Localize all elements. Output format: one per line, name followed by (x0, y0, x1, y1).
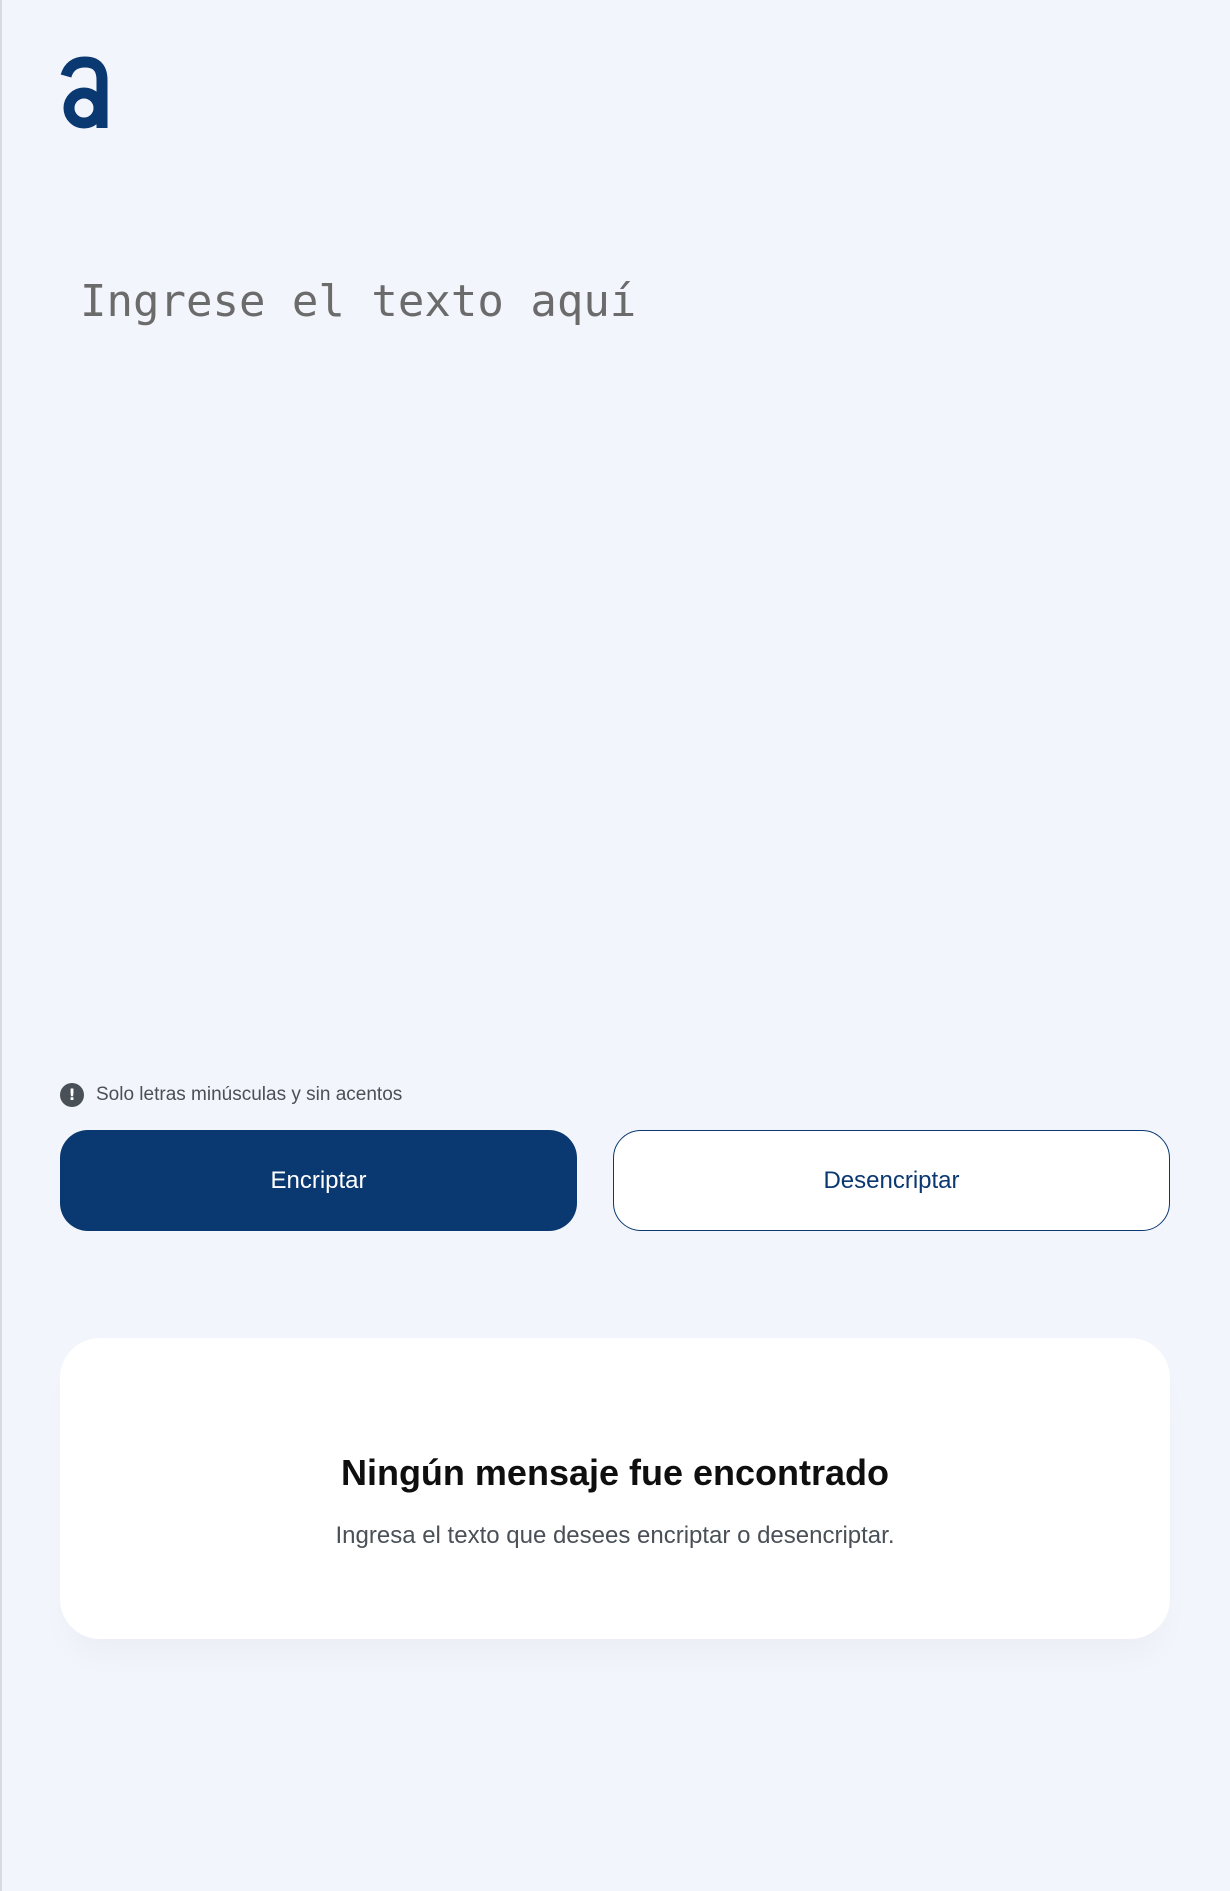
hint-row: ! Solo letras minúsculas y sin acentos (60, 1082, 402, 1108)
text-input[interactable] (60, 260, 1170, 1020)
result-subtitle: Ingresa el texto que desees encriptar o … (335, 1522, 895, 1549)
result-card: Ningún mensaje fue encontrado Ingresa el… (60, 1338, 1170, 1639)
encrypt-button[interactable]: Encriptar (60, 1130, 577, 1231)
alura-logo-icon[interactable] (58, 56, 110, 134)
hint-text: Solo letras minúsculas y sin acentos (96, 1084, 403, 1105)
exclamation-circle-icon: ! (60, 1083, 84, 1107)
left-border (0, 0, 2, 1891)
decrypt-button[interactable]: Desencriptar (613, 1130, 1170, 1231)
result-title: Ningún mensaje fue encontrado (340, 1452, 890, 1493)
